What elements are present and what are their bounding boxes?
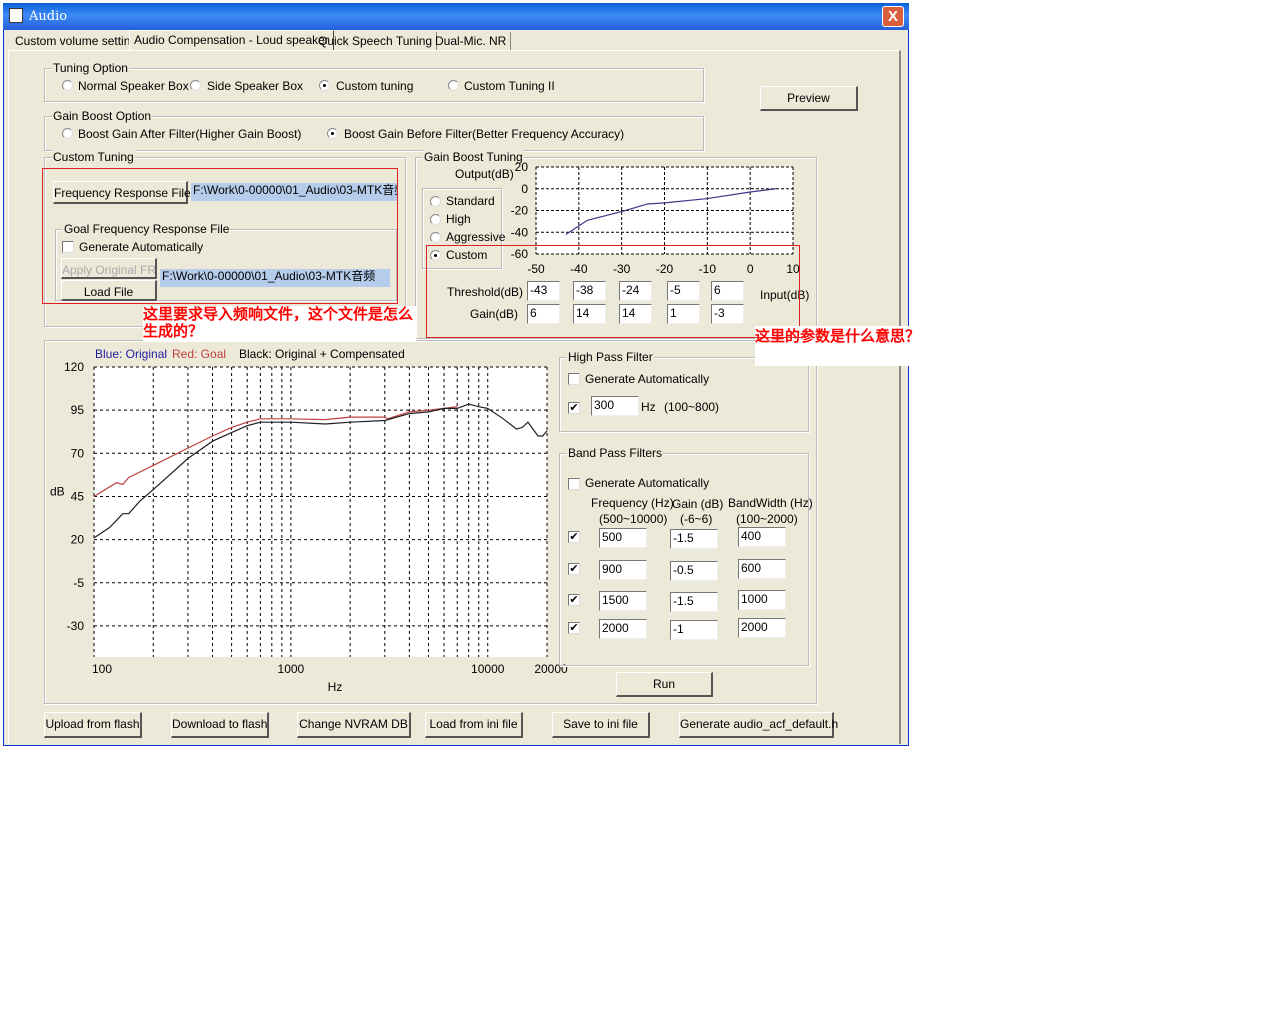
radio-label: Normal Speaker Box bbox=[78, 79, 189, 93]
bpf-bandwidth-input[interactable]: 2000 bbox=[738, 618, 786, 638]
save-to-ini-file-button[interactable]: Save to ini file bbox=[552, 712, 650, 738]
bpf-bandwidth-input[interactable]: 400 bbox=[738, 527, 786, 547]
radio-label: High bbox=[446, 212, 471, 226]
radio-custom-tuning[interactable] bbox=[319, 80, 330, 91]
radio-label: Standard bbox=[446, 194, 495, 208]
app-icon bbox=[9, 8, 23, 23]
change-nvram-db-button[interactable]: Change NVRAM DB bbox=[297, 712, 411, 738]
frequency-response-chart: 100 1000 10000 2000012095704520-5-30dBHz bbox=[50, 360, 568, 694]
x-tick-label: 100 bbox=[92, 662, 112, 676]
checkbox-label: Generate Automatically bbox=[585, 476, 710, 490]
run-button[interactable]: Run bbox=[616, 672, 713, 697]
annotation-box-frequency-file bbox=[42, 168, 398, 304]
y-tick-label: 70 bbox=[71, 446, 85, 460]
bpf-gain-input[interactable]: -1.5 bbox=[670, 529, 718, 549]
bpf-enable-checkbox[interactable]: ✔ bbox=[568, 531, 580, 543]
column-header: Frequency (Hz) bbox=[591, 496, 674, 510]
radio-label: Side Speaker Box bbox=[207, 79, 304, 93]
tab-custom-volume-setting[interactable]: Custom volume setting bbox=[11, 32, 143, 51]
bpf-generate-automatically-checkbox[interactable] bbox=[568, 478, 580, 490]
radio-aggressive[interactable] bbox=[430, 232, 441, 243]
bpf-enable-checkbox[interactable]: ✔ bbox=[568, 563, 580, 575]
bpf-gain-input[interactable]: -0.5 bbox=[670, 561, 718, 581]
column-range: (-6~6) bbox=[680, 512, 713, 526]
checkbox-label: Generate Automatically bbox=[585, 372, 710, 386]
hpf-enable-checkbox[interactable]: ✔ bbox=[568, 402, 580, 414]
hpf-frequency-input[interactable]: 300 bbox=[591, 396, 639, 416]
hpf-generate-automatically-checkbox[interactable] bbox=[568, 373, 580, 385]
radio-side-speaker-box[interactable] bbox=[190, 80, 201, 91]
title-bar: Audio bbox=[3, 3, 909, 30]
bpf-bandwidth-input[interactable]: 1000 bbox=[738, 590, 786, 610]
annotation-connector-line bbox=[755, 337, 800, 338]
y-tick-label: -30 bbox=[67, 619, 85, 633]
y-tick-label: -5 bbox=[73, 576, 84, 590]
bpf-bandwidth-input[interactable]: 600 bbox=[738, 559, 786, 579]
radio-boost-before-filter[interactable] bbox=[327, 128, 338, 139]
hpf-range: (100~800) bbox=[664, 400, 720, 414]
window-title: Audio bbox=[29, 9, 68, 24]
bpf-frequency-input[interactable]: 500 bbox=[599, 528, 647, 548]
bpf-frequency-input[interactable]: 1500 bbox=[599, 591, 647, 611]
bpf-enable-checkbox[interactable]: ✔ bbox=[568, 594, 580, 606]
radio-custom-tuning-ii[interactable] bbox=[448, 80, 459, 91]
y-tick-label: 120 bbox=[64, 360, 84, 374]
y-axis-label: dB bbox=[50, 484, 65, 498]
radio-label: Boost Gain After Filter(Higher Gain Boos… bbox=[78, 127, 302, 141]
y-tick-label: -40 bbox=[511, 225, 529, 239]
high-pass-filter-group: High Pass Filter bbox=[559, 350, 809, 432]
radio-normal-speaker-box[interactable] bbox=[62, 80, 73, 91]
group-label: High Pass Filter bbox=[567, 350, 654, 364]
y-tick-label: 95 bbox=[71, 403, 85, 417]
upload-from-flash-button[interactable]: Upload from flash bbox=[44, 712, 142, 738]
hpf-unit: Hz bbox=[641, 400, 656, 414]
group-label: Custom Tuning bbox=[52, 150, 135, 164]
y-tick-label: -20 bbox=[511, 204, 529, 218]
radio-standard[interactable] bbox=[430, 196, 441, 207]
tab-dual-mic-nr[interactable]: Dual-Mic. NR bbox=[431, 32, 512, 51]
radio-label: Boost Gain Before Filter(Better Frequenc… bbox=[344, 127, 625, 141]
tab-quick-speech-tuning[interactable]: Quick Speech Tuning bbox=[314, 32, 438, 51]
radio-label: Custom tuning bbox=[336, 79, 414, 93]
radio-label: Aggressive bbox=[446, 230, 506, 244]
generate-audio-acf-default-button[interactable]: Generate audio_acf_default.h bbox=[679, 712, 838, 738]
annotation-note-frequency-file: 这里要求导入频响文件，这个文件是怎么生成的？ bbox=[143, 306, 416, 342]
y-tick-label: 0 bbox=[521, 182, 528, 196]
load-from-ini-file-button[interactable]: Load from ini file bbox=[425, 712, 523, 738]
preview-button[interactable]: Preview bbox=[760, 86, 858, 111]
x-axis-label: Hz bbox=[328, 680, 343, 694]
y-tick-label: 45 bbox=[71, 489, 85, 503]
tab-audio-compensation[interactable]: Audio Compensation - Loud speaker bbox=[129, 30, 334, 51]
y-tick-label: 20 bbox=[71, 533, 85, 547]
close-button[interactable]: X bbox=[882, 6, 904, 27]
column-range: (100~2000) bbox=[736, 512, 798, 526]
bpf-gain-input[interactable]: -1 bbox=[670, 620, 718, 640]
bpf-gain-input[interactable]: -1.5 bbox=[670, 592, 718, 612]
column-header: BandWidth (Hz) bbox=[728, 496, 813, 510]
group-label: Gain Boost Option bbox=[52, 109, 153, 123]
radio-boost-after-filter[interactable] bbox=[62, 128, 73, 139]
x-tick-label: 1000 bbox=[278, 662, 305, 676]
radio-high[interactable] bbox=[430, 214, 441, 225]
x-tick-label: 10000 bbox=[471, 662, 505, 676]
group-label: Band Pass Filters bbox=[567, 446, 664, 460]
plot-area bbox=[536, 167, 793, 254]
column-range: (500~10000) bbox=[599, 512, 668, 526]
radio-label: Custom Tuning II bbox=[464, 79, 555, 93]
column-header: Gain (dB) bbox=[672, 497, 724, 511]
download-to-flash-button[interactable]: Download to flash bbox=[171, 712, 269, 738]
annotation-box-gain-params bbox=[426, 245, 800, 338]
bpf-frequency-input[interactable]: 900 bbox=[599, 560, 647, 580]
annotation-note-gain-params: 这里的参数是什么意思？ bbox=[755, 326, 940, 366]
bpf-frequency-input[interactable]: 2000 bbox=[599, 619, 647, 639]
y-tick-label: 20 bbox=[515, 160, 529, 174]
group-label: Tuning Option bbox=[52, 61, 129, 75]
bpf-enable-checkbox[interactable]: ✔ bbox=[568, 622, 580, 634]
